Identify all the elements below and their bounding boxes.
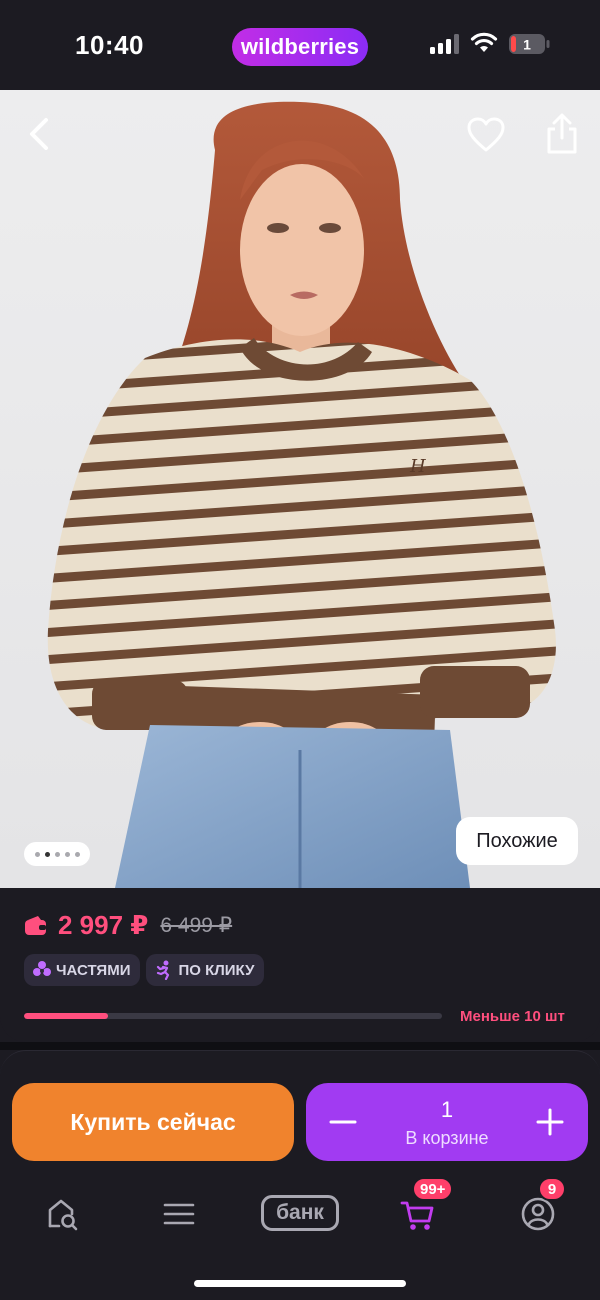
price-row: 2 997 ₽ 6 499 ₽: [24, 910, 232, 941]
home-search-icon: [48, 1199, 78, 1231]
image-pager[interactable]: [24, 842, 90, 866]
similar-button[interactable]: Похожие: [456, 817, 578, 865]
pager-dot: [34, 851, 40, 857]
wallet-icon: [25, 915, 46, 935]
installments-icon: [33, 961, 51, 976]
back-icon[interactable]: [22, 112, 58, 156]
profile-badge: 9: [538, 1177, 566, 1201]
cart-badge: 99+: [412, 1177, 454, 1201]
svg-text:H: H: [409, 456, 426, 477]
stock-label: Меньше 10 шт: [460, 1008, 565, 1025]
stock-progress-fill: [24, 1013, 108, 1019]
price-card: 2 997 ₽ 6 499 ₽ ЧАСТЯМИ ПО КЛИКУ Меньше …: [0, 888, 600, 1042]
current-price: 2 997 ₽: [58, 910, 149, 940]
pager-dot: [54, 851, 60, 857]
plus-icon[interactable]: [534, 1103, 566, 1141]
heart-icon[interactable]: [466, 116, 506, 154]
battery-level: 1: [523, 37, 531, 53]
home-indicator[interactable]: [194, 1280, 406, 1287]
share-icon[interactable]: [544, 112, 580, 156]
installments-label: ЧАСТЯМИ: [56, 961, 131, 979]
old-price: 6 499 ₽: [160, 914, 233, 937]
nav-home[interactable]: [37, 1189, 87, 1239]
wifi-icon: [470, 32, 498, 52]
signal-icon: [430, 34, 459, 54]
pager-dot: [64, 851, 70, 857]
product-photo: H: [47, 101, 556, 888]
nav-bank[interactable]: банк: [261, 1195, 339, 1231]
installments-chip[interactable]: ЧАСТЯМИ: [24, 954, 141, 986]
stock-progress: [24, 1013, 442, 1019]
runner-icon: [157, 960, 170, 980]
status-bar: 10:40 wildberries 1: [0, 0, 600, 90]
brand-pill[interactable]: wildberries: [232, 28, 368, 66]
bottom-nav: банк 99+ 9: [0, 1177, 600, 1251]
nav-catalog[interactable]: [154, 1189, 204, 1239]
section-divider: [0, 1042, 600, 1050]
cart-stepper: 1 В корзине: [306, 1083, 588, 1161]
promo-chips: ЧАСТЯМИ ПО КЛИКУ: [24, 954, 265, 986]
menu-icon: [163, 1203, 195, 1225]
battery-icon: 1: [509, 34, 550, 54]
pager-dot: [74, 851, 80, 857]
bottom-panel: Купить сейчас 1 В корзине банк 99+ 9: [0, 1050, 600, 1300]
one-click-label: ПО КЛИКУ: [178, 961, 255, 979]
one-click-chip[interactable]: ПО КЛИКУ: [146, 954, 265, 986]
product-image-carousel[interactable]: H Похожие: [0, 90, 600, 888]
status-time: 10:40: [75, 30, 144, 60]
pager-dot: [44, 851, 50, 857]
buy-now-button[interactable]: Купить сейчас: [12, 1083, 294, 1161]
product-screen: 10:40 wildberries 1 H Похожие 2 997 ₽ 6 …: [0, 0, 600, 1300]
